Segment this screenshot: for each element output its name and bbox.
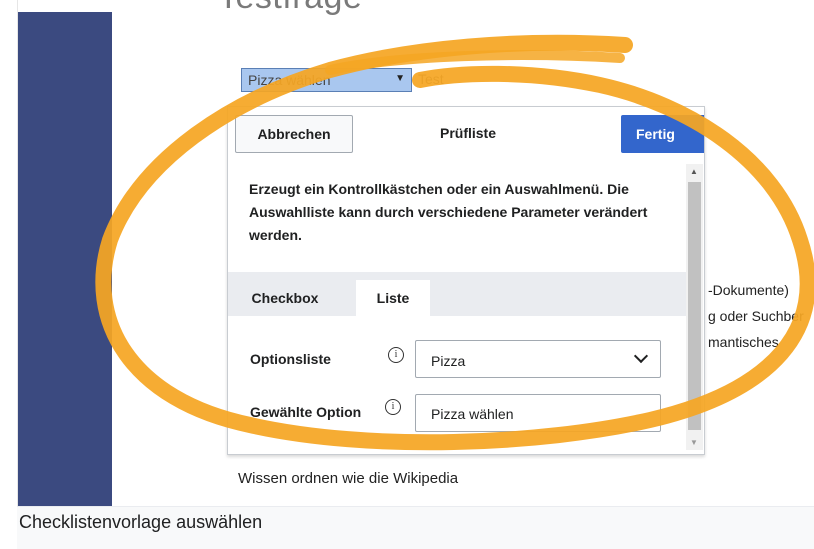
background-text-line: -Dokumente)	[708, 282, 789, 298]
tab-liste[interactable]: Liste	[356, 280, 430, 316]
options-list-label: Optionsliste	[250, 351, 331, 367]
scroll-up-icon[interactable]: ▲	[690, 167, 698, 176]
dropdown-arrow-icon: ▼	[395, 73, 405, 84]
chevron-down-icon	[633, 348, 649, 364]
options-list-dropdown[interactable]: Pizza	[415, 340, 661, 378]
checklist-dialog: Abbrechen Prüfliste Fertig Erzeugt ein K…	[227, 106, 705, 455]
dialog-description: Erzeugt ein Kontrollkästchen oder ein Au…	[249, 181, 648, 243]
scroll-down-icon[interactable]: ▼	[690, 438, 698, 447]
background-bottom-text: Wissen ordnen wie die Wikipedia	[238, 470, 459, 487]
background-text-line: g oder Suchber	[708, 308, 804, 324]
dialog-title: Prüfliste	[439, 125, 496, 141]
page-title: Testfrage	[218, 0, 362, 17]
sidebar	[18, 12, 112, 506]
done-button[interactable]: Fertig	[621, 115, 704, 153]
inline-select[interactable]: Pizza wählen ▼	[241, 68, 412, 92]
dialog-scrollbar[interactable]: ▲ ▼	[686, 164, 703, 450]
selected-option-value: Pizza wählen	[431, 406, 514, 422]
selected-option-input[interactable]: Pizza wählen	[415, 394, 661, 432]
scrollbar-thumb[interactable]	[688, 182, 701, 430]
cancel-button[interactable]: Abbrechen	[235, 115, 353, 153]
info-icon[interactable]: i	[385, 399, 401, 415]
tab-bar: Checkbox Liste	[228, 272, 686, 316]
screenshot-frame: Testfrage Pizza wählen ▼ Test -Dokumente…	[17, 0, 814, 506]
tab-checkbox[interactable]: Checkbox	[240, 280, 330, 316]
inline-select-value: Pizza wählen	[248, 72, 331, 88]
background-text-line: mantisches	[708, 334, 779, 350]
selected-option-label: Gewählte Option	[250, 404, 362, 420]
image-caption: Checklistenvorlage auswählen	[19, 512, 263, 532]
test-label: Test	[418, 71, 444, 87]
options-list-value: Pizza	[431, 353, 466, 369]
info-icon[interactable]: i	[388, 347, 404, 363]
